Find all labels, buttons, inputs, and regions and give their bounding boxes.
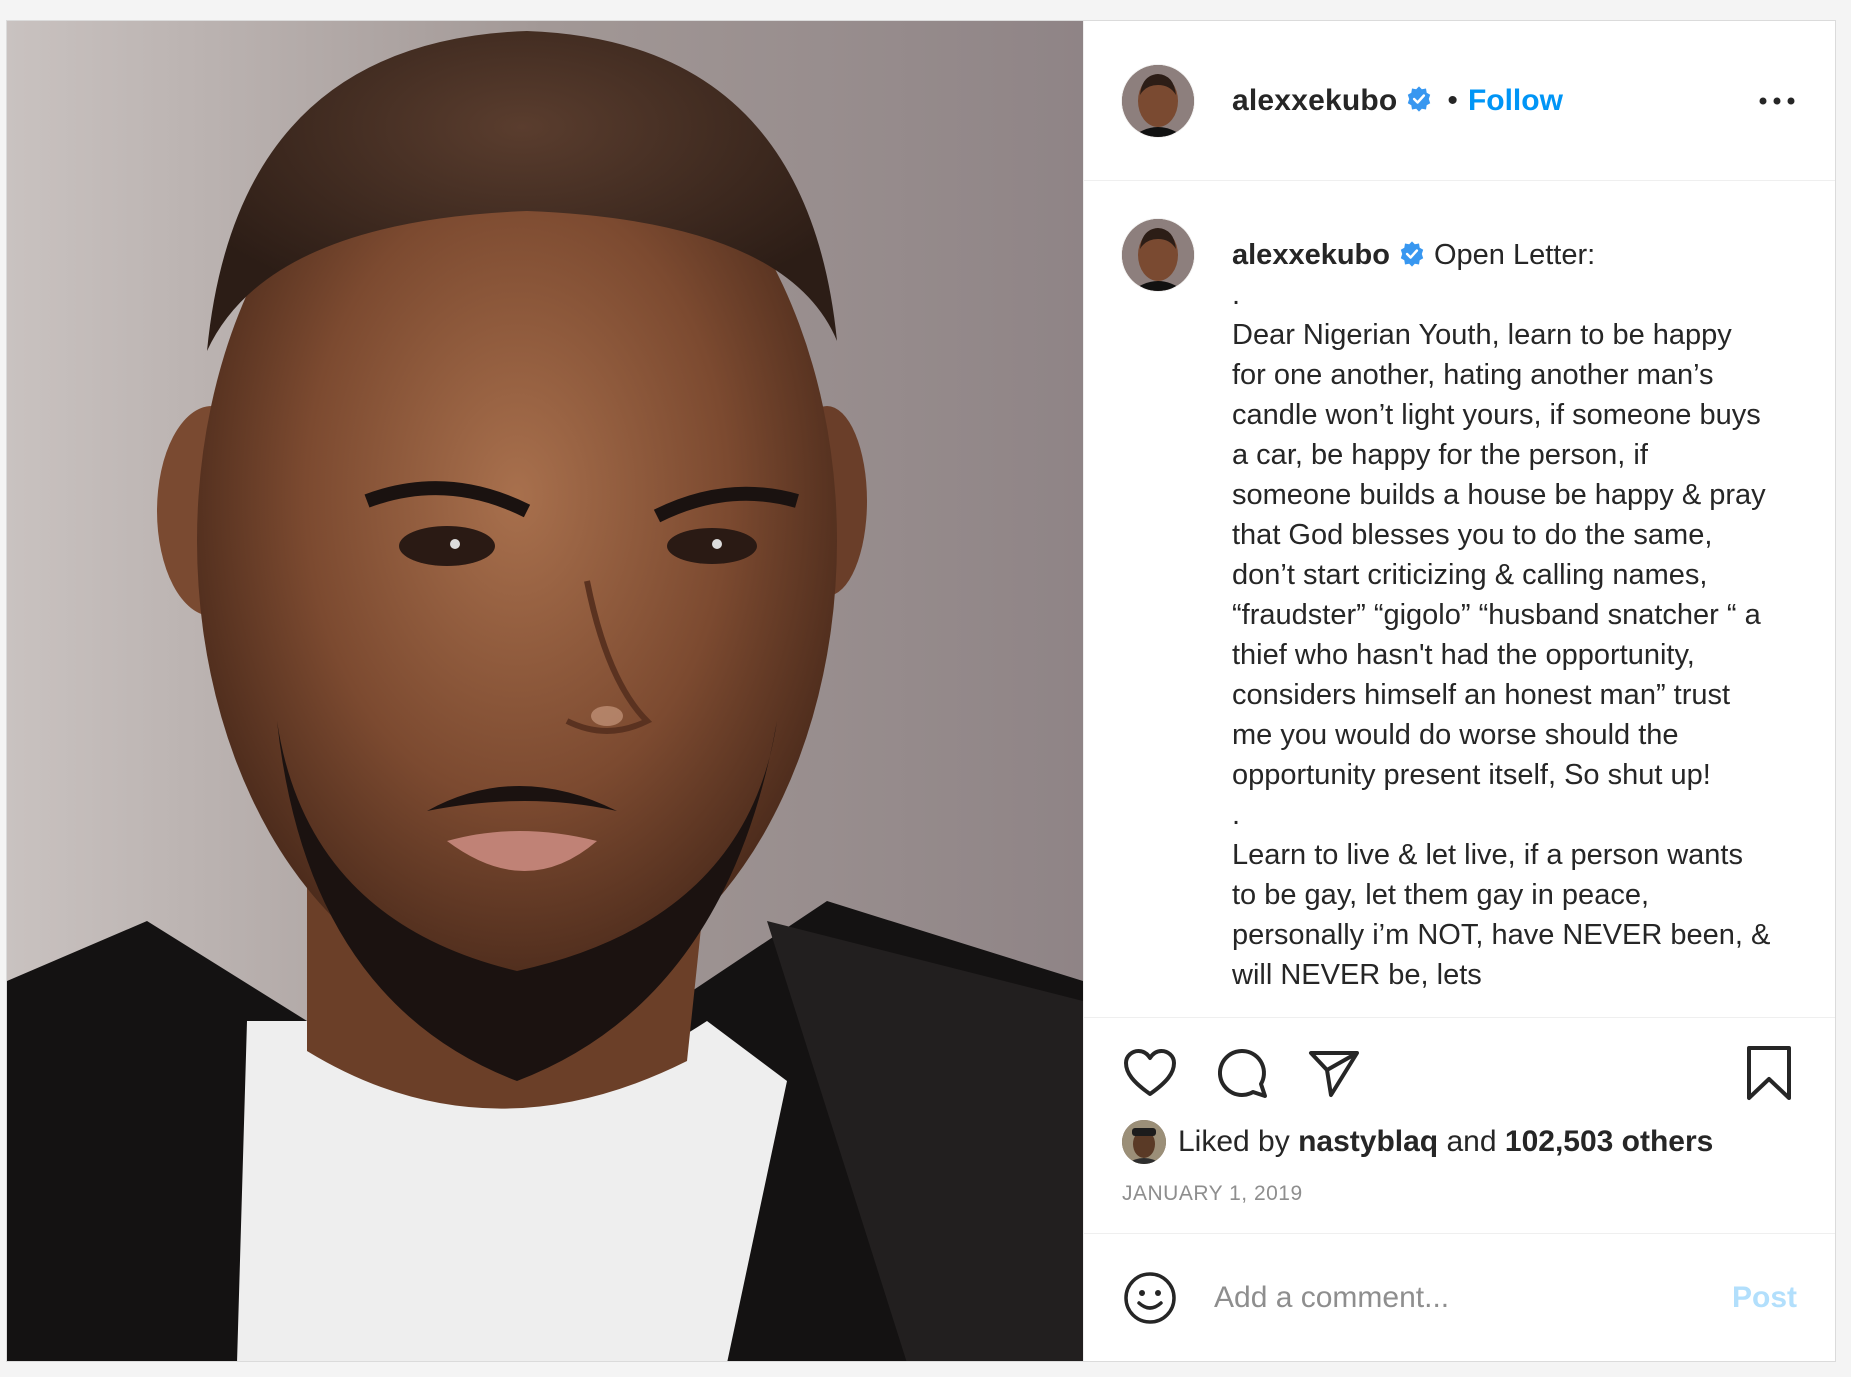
verified-badge-icon [1405,85,1433,113]
separator-dot: • [1447,83,1458,117]
liker-username[interactable]: nastyblaq [1298,1125,1438,1159]
share-icon [1309,1051,1359,1097]
caption-paragraph: . [1232,799,1241,831]
post-photo[interactable] [7,21,1083,1361]
author-username[interactable]: alexxekubo [1232,84,1397,118]
author-avatar[interactable] [1122,64,1194,137]
liker-avatar[interactable] [1122,1120,1166,1164]
bookmark-icon [1747,1046,1791,1100]
heart-icon [1124,1049,1176,1096]
caption-paragraph: . [1232,279,1241,311]
emoji-icon [1124,1271,1176,1324]
more-options-button[interactable] [1757,86,1797,116]
comment-icon [1217,1048,1267,1098]
more-horizontal-icon [1759,97,1795,104]
likes-prefix: Liked by [1178,1125,1290,1158]
portrait-image [7,21,1083,1361]
save-button[interactable] [1741,1045,1797,1101]
like-button[interactable] [1122,1045,1178,1101]
comment-input[interactable] [1212,1279,1712,1316]
caption-username[interactable]: alexxekubo [1232,235,1390,275]
likes-conjunction: and [1446,1125,1497,1158]
follow-button[interactable]: Follow [1468,84,1563,118]
caption-paragraph: Dear Nigerian Youth, learn to be happy f… [1232,319,1766,791]
comment-form: Post [1084,1233,1835,1361]
caption-text: alexxekubo Open Letter: . Dear Nigerian … [1232,219,1772,1017]
emoji-button[interactable] [1122,1270,1178,1326]
caption-author-avatar[interactable] [1122,219,1194,291]
caption-paragraph: Learn to live & let live, if a person wa… [1232,839,1771,991]
post-side-panel: alexxekubo • Follow alexxekubo Open Lett… [1083,21,1835,1361]
likes-count[interactable]: 102,503 others [1505,1125,1713,1159]
post-header: alexxekubo • Follow [1084,21,1835,181]
likes-summary: Liked by nastyblaq and 102,503 others [1122,1120,1797,1164]
caption-section: alexxekubo Open Letter: . Dear Nigerian … [1084,181,1835,1017]
instagram-post: alexxekubo • Follow alexxekubo Open Lett… [6,20,1836,1362]
comment-button[interactable] [1214,1045,1270,1101]
post-actions: Liked by nastyblaq and 102,503 others JA… [1084,1017,1835,1233]
caption-title: Open Letter: [1433,239,1596,271]
verified-badge-icon [1398,239,1426,267]
post-comment-button[interactable]: Post [1732,1281,1797,1315]
post-date[interactable]: JANUARY 1, 2019 [1122,1182,1797,1206]
share-button[interactable] [1306,1045,1362,1101]
